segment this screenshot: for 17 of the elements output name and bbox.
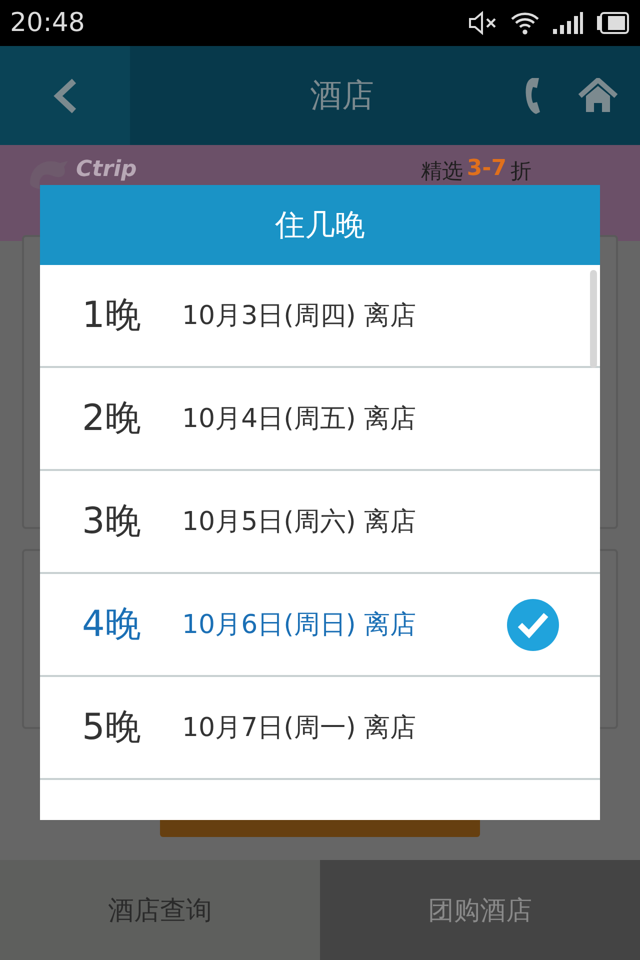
checkout-date: 10月6日(周日) 离店: [182, 609, 416, 642]
nights-label: 5晚: [81, 706, 142, 750]
checkout-date: 10月4日(周五) 离店: [182, 403, 416, 436]
logo-text: Ctrip: [76, 157, 137, 182]
nights-label: 3晚: [81, 500, 142, 544]
dialog-title: 住几晚: [40, 185, 600, 265]
promo-subtitle: 精选: [420, 158, 463, 185]
checkout-date: 10月5日(周六) 离店: [182, 506, 416, 539]
checkout-date: 10月7日(周一) 离店: [182, 712, 416, 745]
clock-time: 20:48: [10, 8, 85, 38]
checkout-date: 10月3日(周四) 离店: [182, 300, 416, 333]
nights-label: 2晚: [81, 397, 142, 441]
promo-subtitle: 折: [510, 158, 532, 185]
nights-label: 1晚: [81, 294, 142, 338]
page-title: 酒店: [309, 74, 375, 116]
nights-label: 4晚: [81, 603, 142, 647]
discount-text: 3-7: [466, 156, 507, 181]
